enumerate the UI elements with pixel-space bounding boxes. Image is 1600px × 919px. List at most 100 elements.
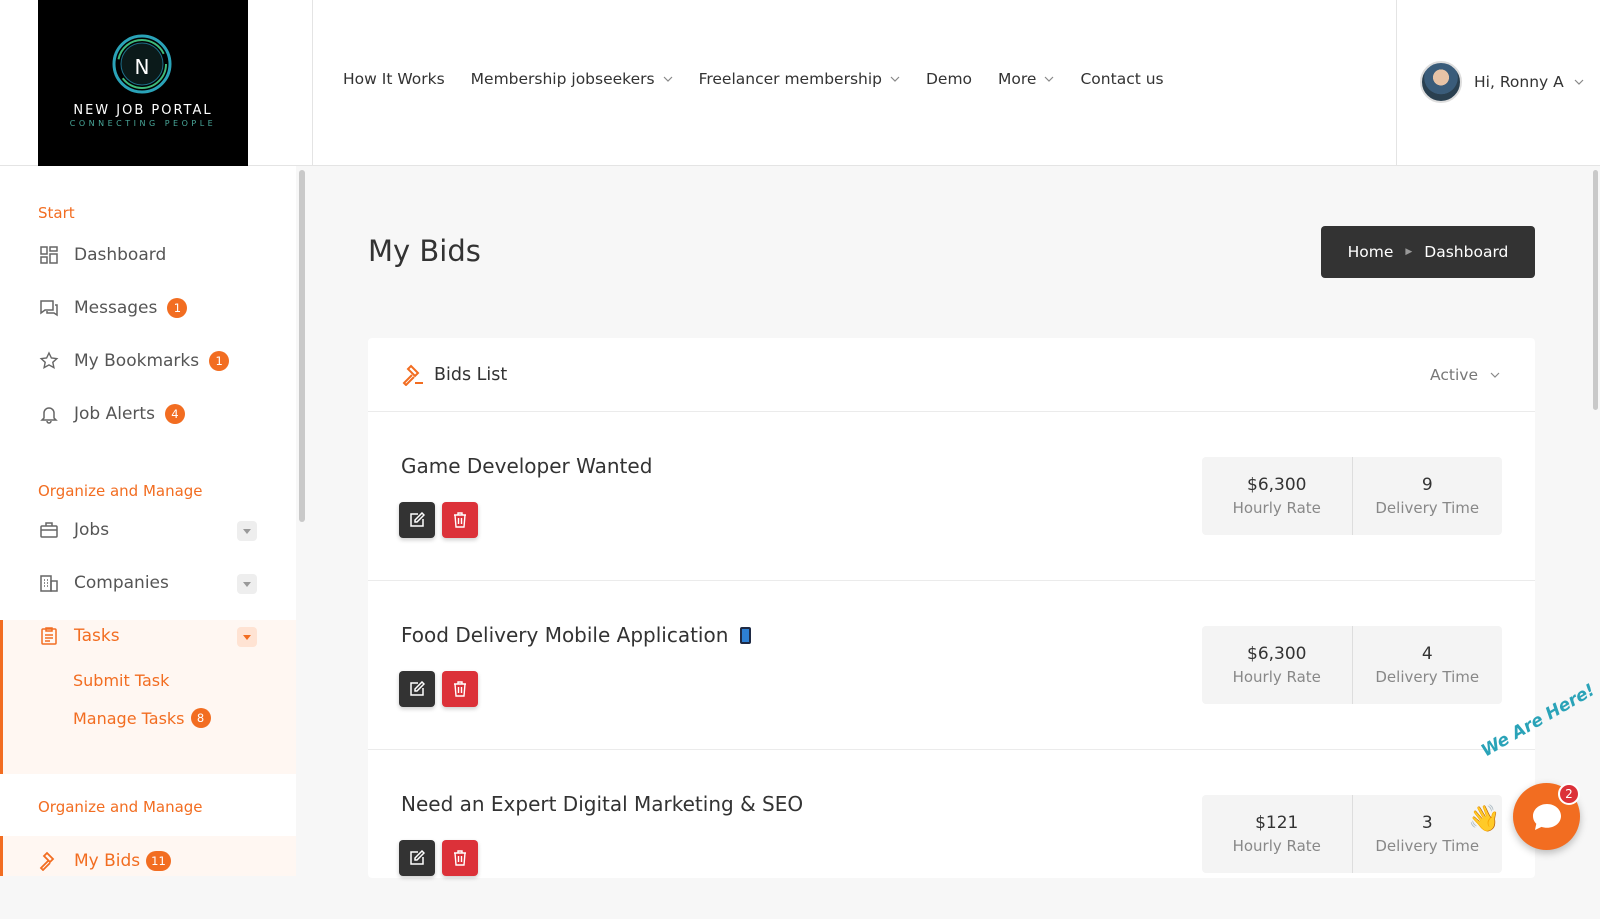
nav-contact-us[interactable]: Contact us: [1080, 70, 1163, 88]
bid-title-text: Need an Expert Digital Marketing & SEO: [401, 792, 804, 816]
sidebar-scrollbar[interactable]: [299, 170, 305, 522]
delivery-time-value: 3: [1421, 813, 1433, 833]
chat-unread-badge: 2: [1558, 783, 1580, 805]
bell-icon: [38, 403, 60, 425]
user-menu[interactable]: Hi, Ronny A: [1420, 61, 1584, 103]
delete-button[interactable]: [442, 502, 478, 538]
chevron-down-icon: [1574, 79, 1584, 85]
sidebar-subitem-submit-task[interactable]: Submit Task: [73, 671, 169, 690]
sidebar-item-label: Companies: [74, 573, 169, 593]
delivery-time-label: Delivery Time: [1375, 837, 1480, 855]
jobs-expand-button[interactable]: [237, 521, 257, 541]
header-divider: [1396, 0, 1397, 166]
logo-title: NEW JOB PORTAL: [73, 103, 213, 118]
chevron-down-icon: [890, 76, 900, 82]
hourly-rate-value: $121: [1255, 813, 1299, 833]
caret-down-icon: [243, 634, 251, 640]
delivery-time-label: Delivery Time: [1375, 499, 1480, 517]
messages-badge: 1: [167, 298, 188, 318]
star-icon: [38, 350, 60, 372]
alerts-badge: 4: [164, 404, 185, 424]
hourly-rate-stat: $6,300 Hourly Rate: [1202, 626, 1352, 704]
status-filter-select[interactable]: Active: [1430, 366, 1500, 384]
bid-title: Food Delivery Mobile Application: [401, 623, 752, 647]
sidebar-item-messages[interactable]: Messages 1: [38, 297, 188, 319]
sidebar-item-label: Tasks: [74, 626, 120, 646]
trash-icon: [454, 681, 466, 697]
sidebar-item-tasks[interactable]: Tasks: [38, 625, 120, 647]
hourly-rate-value: $6,300: [1247, 475, 1307, 495]
logo-initial: N: [134, 55, 150, 79]
companies-expand-button[interactable]: [237, 574, 257, 594]
dashboard-icon: [38, 244, 60, 266]
trash-icon: [454, 850, 466, 866]
edit-button[interactable]: [399, 502, 435, 538]
sidebar-item-jobs[interactable]: Jobs: [38, 519, 109, 541]
gavel-icon: [402, 364, 423, 386]
bid-row: Need an Expert Digital Marketing & SEO $…: [368, 750, 1535, 919]
section-organize: Organize and Manage: [38, 482, 203, 500]
sidebar-item-job-alerts[interactable]: Job Alerts 4: [38, 403, 185, 425]
bid-stats: $6,300 Hourly Rate 9 Delivery Time: [1202, 457, 1502, 535]
main-nav: How It Works Membership jobseekers Freel…: [343, 70, 1190, 88]
bid-title-text: Game Developer Wanted: [401, 454, 653, 478]
delete-button[interactable]: [442, 840, 478, 876]
breadcrumb-separator-icon: ▶: [1405, 247, 1413, 257]
hourly-rate-stat: $6,300 Hourly Rate: [1202, 457, 1352, 535]
hourly-rate-stat: $121 Hourly Rate: [1202, 795, 1352, 873]
sidebar-subitem-label: Manage Tasks: [73, 708, 185, 728]
sidebar-item-companies[interactable]: Companies: [38, 572, 169, 594]
bids-list-card: Bids List Active Game Developer Wanted $…: [368, 338, 1535, 878]
status-filter-value: Active: [1430, 366, 1478, 384]
edit-icon: [410, 512, 425, 527]
nav-how-it-works[interactable]: How It Works: [343, 70, 445, 88]
delivery-time-value: 4: [1421, 644, 1433, 664]
breadcrumb-home[interactable]: Home: [1348, 243, 1394, 261]
chevron-down-icon: [663, 76, 673, 82]
mobile-phone-icon: [740, 626, 752, 644]
site-logo[interactable]: N NEW JOB PORTAL CONNECTING PEOPLE: [38, 0, 248, 166]
delivery-time-stat: 9 Delivery Time: [1351, 457, 1503, 535]
sidebar-subitem-manage-tasks[interactable]: Manage Tasks 8: [73, 708, 211, 728]
page-title: My Bids: [368, 234, 481, 268]
card-title-text: Bids List: [434, 365, 508, 385]
nav-freelancer-membership[interactable]: Freelancer membership: [699, 70, 900, 88]
chat-bubble-icon: [1532, 803, 1561, 830]
manage-tasks-badge: 8: [190, 708, 211, 728]
sidebar-subitem-label: Submit Task: [73, 671, 170, 690]
hourly-rate-label: Hourly Rate: [1232, 668, 1321, 686]
sidebar-item-bookmarks[interactable]: My Bookmarks 1: [38, 350, 230, 372]
nav-label: How It Works: [343, 70, 445, 88]
hourly-rate-label: Hourly Rate: [1232, 499, 1321, 517]
caret-down-icon: [243, 581, 251, 587]
trash-icon: [454, 512, 466, 528]
card-header: Bids List Active: [368, 338, 1535, 412]
briefcase-icon: [38, 519, 60, 541]
sidebar-item-dashboard[interactable]: Dashboard: [38, 244, 166, 266]
sidebar-item-label: Dashboard: [74, 245, 167, 265]
mybids-badge: 11: [146, 851, 171, 871]
nav-label: Contact us: [1080, 70, 1164, 88]
main-scrollbar[interactable]: [1593, 170, 1598, 410]
chevron-down-icon: [1490, 372, 1500, 378]
clipboard-icon: [38, 625, 60, 647]
site-header: N NEW JOB PORTAL CONNECTING PEOPLE How I…: [0, 0, 1600, 166]
nav-demo[interactable]: Demo: [926, 70, 972, 88]
edit-button[interactable]: [399, 671, 435, 707]
section-organize-2: Organize and Manage: [38, 798, 203, 816]
nav-membership-jobseekers[interactable]: Membership jobseekers: [471, 70, 673, 88]
bid-stats: $121 Hourly Rate 3 Delivery Time: [1202, 795, 1502, 873]
chevron-down-icon: [1045, 76, 1054, 82]
avatar: [1420, 61, 1462, 103]
tasks-expand-button[interactable]: [237, 627, 257, 647]
nav-more[interactable]: More: [998, 70, 1054, 88]
caret-down-icon: [243, 528, 251, 534]
bid-row: Food Delivery Mobile Application $6,300 …: [368, 581, 1535, 750]
edit-button[interactable]: [399, 840, 435, 876]
sidebar-item-label: Jobs: [74, 520, 110, 540]
building-icon: [38, 572, 60, 594]
sidebar-item-label: Messages: [74, 298, 158, 318]
logo-ring-icon: N: [111, 33, 173, 95]
breadcrumb: Home ▶ Dashboard: [1321, 226, 1535, 278]
delete-button[interactable]: [442, 671, 478, 707]
